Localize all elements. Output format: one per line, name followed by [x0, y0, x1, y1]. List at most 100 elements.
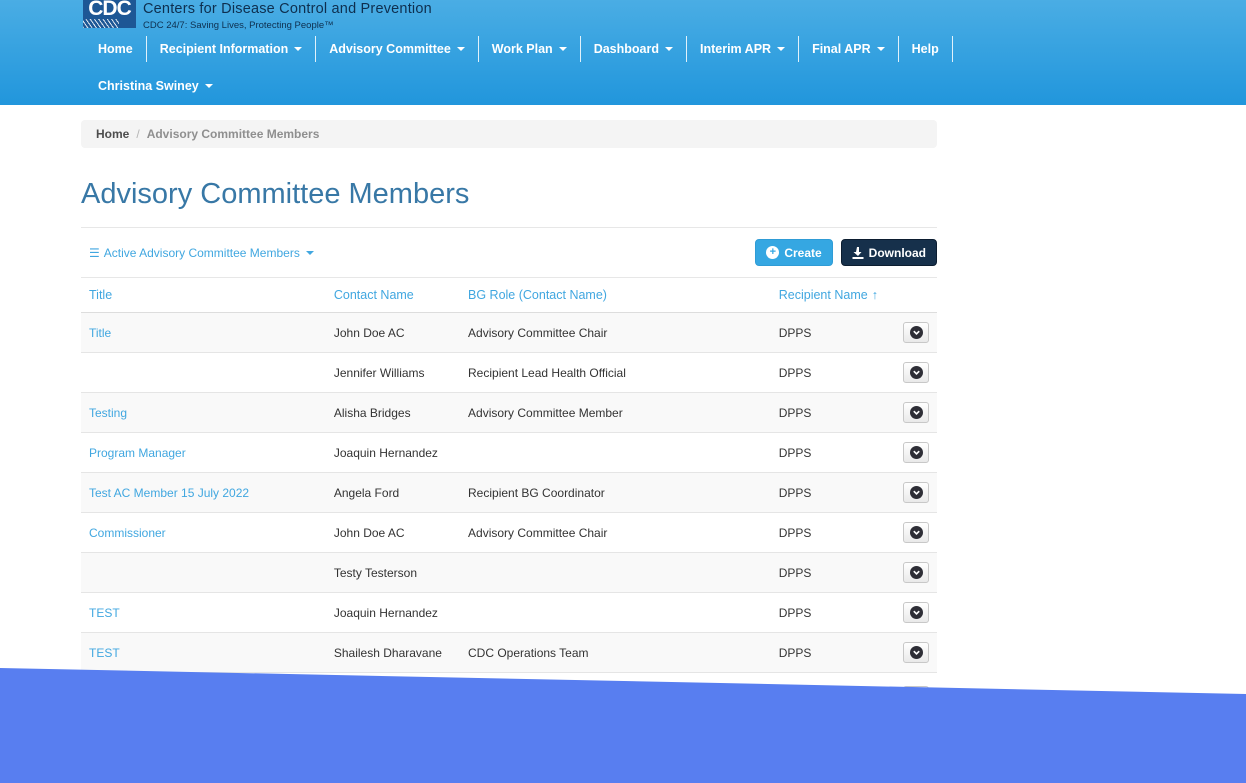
cell-recipient-name: DPPS [771, 593, 895, 633]
chevron-down-circle-icon [910, 526, 923, 539]
row-actions-button[interactable] [903, 322, 929, 343]
create-button[interactable]: + Create [755, 239, 832, 266]
cdc-logo-hatch-stripes [83, 19, 119, 28]
nav-item-work-plan[interactable]: Work Plan [479, 42, 580, 56]
table-row: TESTJoaquin HernandezDPPS [81, 593, 937, 633]
cell-recipient-name: DPPS [771, 353, 895, 393]
member-title-link[interactable]: Title [89, 326, 111, 340]
create-button-label: Create [784, 246, 821, 260]
cell-title [81, 553, 326, 593]
cell-bg-role: CDC Operations Team [460, 633, 771, 673]
table-row: Jennifer WilliamsRecipient Lead Health O… [81, 353, 937, 393]
member-title-link[interactable]: Program Manager [89, 446, 186, 460]
page-root: CDC Centers for Disease Control and Prev… [0, 0, 1246, 720]
download-button[interactable]: Download [841, 239, 937, 266]
row-actions-button[interactable] [903, 642, 929, 663]
member-title-link[interactable]: Commissioner [89, 526, 166, 540]
toolbar: ☰ Active Advisory Committee Members + Cr… [81, 228, 937, 278]
nav-item-final-apr[interactable]: Final APR [799, 42, 898, 56]
cell-bg-role [460, 593, 771, 633]
chevron-down-icon [306, 251, 314, 255]
column-header-bg-role-contact-name-[interactable]: BG Role (Contact Name) [460, 278, 771, 313]
chevron-down-icon [205, 84, 213, 88]
cell-bg-role [460, 553, 771, 593]
cell-bg-role [460, 433, 771, 473]
row-actions-button[interactable] [903, 442, 929, 463]
column-header-title[interactable]: Title [81, 278, 326, 313]
cell-actions [895, 393, 937, 433]
table-row: CommissionerJohn Doe ACAdvisory Committe… [81, 513, 937, 553]
chevron-down-icon [294, 47, 302, 51]
cell-title [81, 353, 326, 393]
cell-actions [895, 313, 937, 353]
column-header-contact-name[interactable]: Contact Name [326, 278, 460, 313]
user-menu[interactable]: Christina Swiney [85, 79, 226, 93]
chevron-down-icon [777, 47, 785, 51]
cell-recipient-name: DPPS [771, 393, 895, 433]
table-row: Testy TestersonDPPS [81, 553, 937, 593]
nav-item-advisory-committee[interactable]: Advisory Committee [316, 42, 478, 56]
cell-actions [895, 593, 937, 633]
cell-bg-role: Recipient Lead Health Official [460, 353, 771, 393]
cell-actions [895, 473, 937, 513]
chevron-down-circle-icon [910, 366, 923, 379]
table-row: Testing Alisha BridgesAdvisory Committee … [81, 393, 937, 433]
chevron-down-icon [457, 47, 465, 51]
table-row: TEST Shailesh DharavaneCDC Operations Tea… [81, 633, 937, 673]
chevron-down-circle-icon [910, 646, 923, 659]
row-actions-button[interactable] [903, 562, 929, 583]
cell-actions [895, 513, 937, 553]
cell-title: Commissioner [81, 513, 326, 553]
nav-item-dashboard[interactable]: Dashboard [581, 42, 686, 56]
sort-ascending-icon: ↑ [872, 288, 878, 302]
cell-contact-name: Alisha Bridges [326, 393, 460, 433]
chevron-down-circle-icon [910, 566, 923, 579]
breadcrumb-separator: / [136, 127, 139, 141]
member-title-link[interactable]: TEST [89, 646, 120, 660]
nav-item-interim-apr[interactable]: Interim APR [687, 42, 798, 56]
view-filter-dropdown[interactable]: ☰ Active Advisory Committee Members [89, 246, 314, 260]
cell-recipient-name: DPPS [771, 553, 895, 593]
cell-contact-name: Shailesh Dharavane [326, 633, 460, 673]
row-actions-button[interactable] [903, 602, 929, 623]
cell-recipient-name: DPPS [771, 513, 895, 553]
cell-title: TEST [81, 633, 326, 673]
download-icon [852, 247, 864, 259]
cell-bg-role: Advisory Committee Member [460, 393, 771, 433]
cell-actions [895, 633, 937, 673]
cell-title: Program Manager [81, 433, 326, 473]
cell-recipient-name: DPPS [771, 433, 895, 473]
member-title-link[interactable]: TEST [89, 606, 120, 620]
table-row: TitleJohn Doe ACAdvisory Committee Chair… [81, 313, 937, 353]
member-title-link[interactable]: Test AC Member 15 July 2022 [89, 486, 249, 500]
cell-title: Title [81, 313, 326, 353]
nav-item-recipient-information[interactable]: Recipient Information [147, 42, 315, 56]
nav-divider [952, 36, 953, 62]
row-actions-button[interactable] [903, 362, 929, 383]
agency-tagline: CDC 24/7: Saving Lives, Protecting Peopl… [143, 20, 432, 31]
nav-item-home[interactable]: Home [85, 42, 146, 56]
cell-actions [895, 553, 937, 593]
brand-row: CDC Centers for Disease Control and Prev… [83, 0, 432, 31]
site-header: CDC Centers for Disease Control and Prev… [0, 0, 1246, 105]
row-actions-button[interactable] [903, 402, 929, 423]
member-title-link[interactable]: Testing [89, 406, 127, 420]
breadcrumb-home-link[interactable]: Home [96, 127, 129, 141]
chevron-down-icon [665, 47, 673, 51]
cell-contact-name: Joaquin Hernandez [326, 433, 460, 473]
row-actions-button[interactable] [903, 482, 929, 503]
members-panel: ☰ Active Advisory Committee Members + Cr… [81, 227, 937, 720]
cell-contact-name: Jennifer Williams [326, 353, 460, 393]
cell-recipient-name: DPPS [771, 633, 895, 673]
cell-title: Testing [81, 393, 326, 433]
column-header-actions [895, 278, 937, 313]
row-actions-button[interactable] [903, 522, 929, 543]
cdc-logo[interactable]: CDC [83, 0, 136, 28]
cell-contact-name: Angela Ford [326, 473, 460, 513]
chevron-down-circle-icon [910, 446, 923, 459]
column-header-recipient-name[interactable]: Recipient Name↑ [771, 278, 895, 313]
cell-contact-name: John Doe AC [326, 313, 460, 353]
breadcrumb: Home / Advisory Committee Members [81, 120, 937, 148]
list-icon: ☰ [89, 247, 100, 259]
nav-item-help[interactable]: Help [899, 42, 952, 56]
